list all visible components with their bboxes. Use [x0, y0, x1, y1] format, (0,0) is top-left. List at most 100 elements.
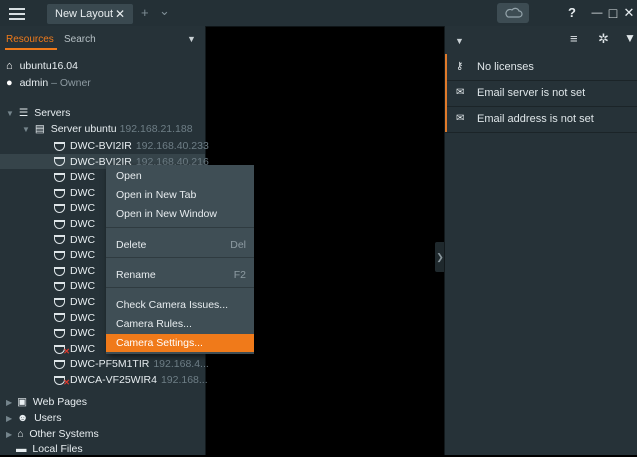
collapsed-arrow-icon[interactable]: ▶: [6, 414, 12, 423]
camera-icon: [54, 297, 65, 307]
pin-icon[interactable]: ▼: [187, 34, 196, 44]
tab-search[interactable]: Search: [64, 34, 96, 45]
system-item[interactable]: ⌂ ubuntu16.04: [6, 59, 78, 74]
camera-name: DWC: [70, 264, 96, 277]
camera-name: DWC: [70, 311, 96, 324]
menu-item-camera-rules[interactable]: Camera Rules...: [106, 315, 254, 333]
notification-text: Email server is not set: [477, 87, 586, 99]
context-menu: Open Open in New Tab Open in New Window …: [106, 165, 254, 354]
camera-item[interactable]: DWC: [54, 186, 99, 201]
server-stack-icon: ☰: [18, 107, 29, 119]
user-item[interactable]: ● admin – Owner: [6, 76, 91, 91]
web-pages-node[interactable]: ▶ ▣ Web Pages: [6, 395, 87, 410]
notification-accent-bar: [445, 106, 447, 132]
minimize-button[interactable]: —: [589, 0, 605, 26]
pin-icon[interactable]: ▼: [455, 36, 464, 46]
collapsed-arrow-icon[interactable]: ▶: [6, 398, 12, 407]
camera-name: DWC: [70, 280, 96, 293]
camera-item[interactable]: DWC: [54, 279, 99, 294]
camera-icon: [54, 313, 65, 323]
filter-icon[interactable]: ▼: [624, 31, 636, 45]
cloud-icon: [505, 7, 523, 18]
camera-item[interactable]: DWC: [54, 170, 99, 185]
shortcut-label: Del: [230, 239, 246, 251]
camera-icon: [54, 219, 65, 229]
camera-name: DWC: [70, 233, 96, 246]
notification-text: Email address is not set: [477, 113, 594, 125]
camera-icon: [54, 172, 65, 182]
add-tab-button[interactable]: +: [141, 4, 149, 22]
menu-separator: [106, 287, 254, 288]
key-icon: ⚷: [456, 61, 464, 72]
camera-item[interactable]: DWC: [54, 248, 99, 263]
expand-arrow-icon[interactable]: ▼: [22, 125, 30, 134]
camera-ip: 192.168...: [160, 374, 208, 386]
camera-name: DWC: [70, 171, 96, 184]
user-icon: ●: [6, 77, 13, 89]
camera-item[interactable]: DWC: [54, 342, 99, 359]
camera-item[interactable]: DWC-BVI2IR 192.168.40.233: [54, 139, 209, 154]
servers-node[interactable]: ▼ ☰ Servers: [6, 106, 70, 121]
users-node[interactable]: ▶ ☻ Users: [6, 411, 61, 426]
notification-item[interactable]: ✉ Email server is not set: [445, 80, 637, 107]
menu-item-open-new-tab[interactable]: Open in New Tab: [106, 186, 254, 204]
gear-icon[interactable]: ✲: [598, 31, 609, 47]
main-menu-button[interactable]: [6, 5, 28, 21]
camera-name: DWC-PF5M1TIR: [70, 358, 150, 371]
maximize-button[interactable]: □: [605, 0, 621, 26]
camera-name: DWC: [70, 186, 96, 199]
camera-item[interactable]: DWC: [54, 295, 99, 310]
notification-text: No licenses: [477, 61, 534, 73]
tab-label: New Layout: [55, 8, 114, 20]
list-icon[interactable]: ≡: [570, 31, 578, 46]
camera-item[interactable]: DWC: [54, 201, 99, 216]
shortcut-label: F2: [233, 269, 246, 281]
camera-item[interactable]: DWC: [54, 311, 99, 326]
camera-ip: 192.168.40.233: [135, 140, 209, 152]
camera-name: DWC: [70, 218, 96, 230]
menu-item-open-new-window[interactable]: Open in New Window: [106, 205, 254, 223]
camera-icon: [54, 282, 65, 292]
menu-item-rename[interactable]: Rename F2: [106, 266, 254, 284]
notifications-panel: ▼ ≡ ✲ ▼ ⚷ No licenses ✉ Email server is not…: [444, 26, 637, 455]
collapsed-arrow-icon[interactable]: ▶: [6, 430, 12, 439]
server-node[interactable]: ▼ ▤ Server ubuntu 192.168.21.188: [22, 122, 193, 137]
cloud-button[interactable]: [497, 3, 529, 23]
menu-item-check-camera-issues[interactable]: Check Camera Issues...: [106, 296, 254, 314]
web-page-icon: ▣: [17, 396, 27, 408]
notification-accent-bar: [445, 54, 447, 80]
tab-resources[interactable]: Resources: [6, 34, 54, 45]
camera-name: DWC: [70, 249, 96, 262]
camera-item[interactable]: DWCA-VF25WIR4192.168...: [54, 373, 208, 390]
menu-item-delete[interactable]: Delete Del: [106, 236, 254, 254]
camera-name: DWC: [70, 202, 96, 215]
notification-item[interactable]: ⚷ No licenses: [445, 54, 637, 81]
notification-item[interactable]: ✉ Email address is not set: [445, 106, 637, 133]
camera-name: DWCA-VF25WIR4: [70, 374, 157, 386]
camera-ip: 192.168.4...: [153, 358, 209, 371]
server-icon: ▤: [34, 123, 45, 135]
menu-item-open[interactable]: Open: [106, 167, 254, 185]
camera-item[interactable]: DWC: [54, 217, 99, 232]
notification-accent-bar: [445, 80, 447, 106]
camera-item[interactable]: DWC: [54, 233, 99, 248]
other-systems-node[interactable]: ▶ ⌂ Other Systems: [6, 427, 99, 442]
camera-icon: [54, 188, 65, 198]
tab-close-icon[interactable]: ✕: [115, 4, 125, 24]
tab-dropdown-icon[interactable]: ⌄: [159, 2, 170, 20]
close-button[interactable]: ✕: [621, 0, 637, 26]
camera-item[interactable]: DWC: [54, 264, 99, 279]
camera-item[interactable]: DWC: [54, 326, 99, 341]
camera-icon: [54, 157, 65, 167]
menu-item-camera-settings[interactable]: Camera Settings...: [106, 334, 254, 352]
help-button[interactable]: ?: [564, 0, 580, 26]
expand-arrow-icon[interactable]: ▼: [6, 109, 14, 118]
menu-separator: [106, 257, 254, 258]
tab-new-layout[interactable]: New Layout ✕: [47, 4, 133, 24]
camera-item[interactable]: DWC-PF5M1TIR 192.168.4...: [54, 357, 209, 372]
camera-icon: [54, 250, 65, 260]
title-bar: New Layout ✕ + ⌄ ? — □ ✕: [0, 0, 637, 27]
mail-icon: ✉: [456, 87, 465, 98]
camera-icon: [54, 266, 65, 276]
menu-separator: [106, 227, 254, 228]
